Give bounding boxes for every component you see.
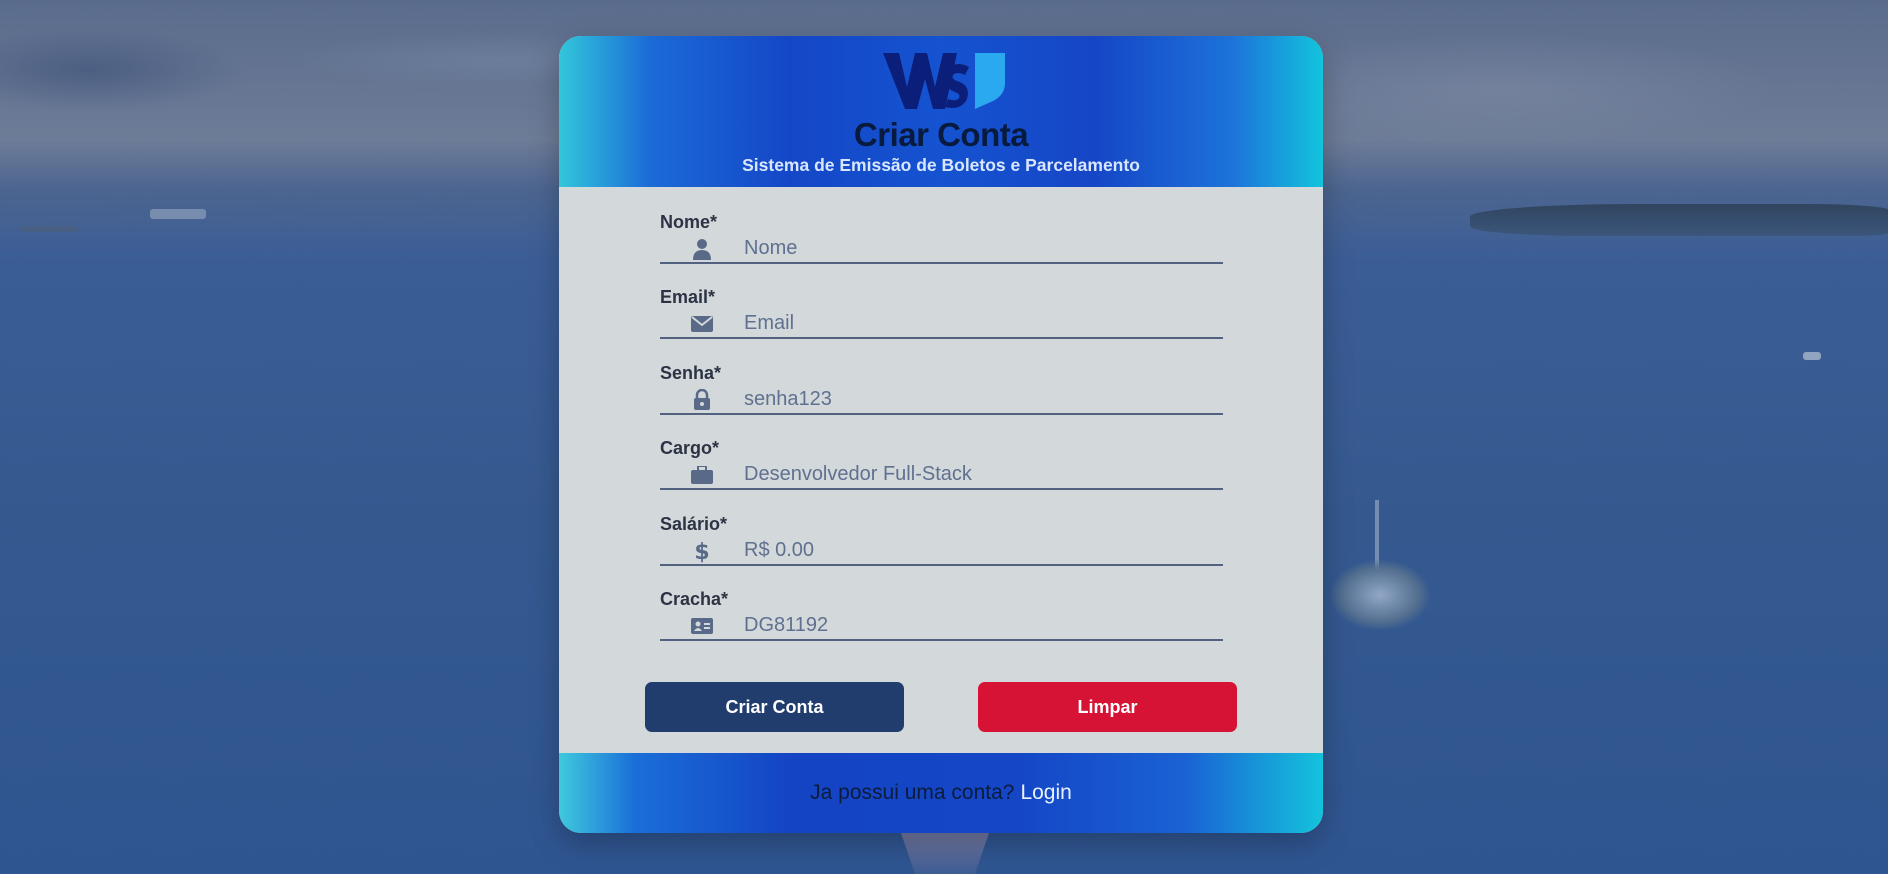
badge-field-group: Cracha*: [660, 589, 1223, 651]
badge-input[interactable]: [660, 611, 1223, 641]
clear-button[interactable]: Limpar: [978, 682, 1237, 732]
background-ship: [1803, 352, 1821, 360]
ws-logo-icon: [883, 53, 1005, 109]
card-header: Criar Conta Sistema de Emissão de Boleto…: [559, 36, 1323, 187]
background-island: [1470, 204, 1888, 236]
background-ship: [150, 209, 206, 219]
page-subtitle: Sistema de Emissão de Boletos e Parcelam…: [742, 155, 1140, 175]
job-label: Cargo*: [660, 438, 720, 458]
user-icon: [688, 236, 716, 262]
svg-text:$: $: [694, 540, 709, 563]
salary-field-group: Salário* $: [660, 514, 1223, 576]
name-input[interactable]: [660, 234, 1223, 264]
password-label: Senha*: [660, 363, 722, 383]
name-field-group: Nome*: [660, 212, 1223, 274]
card-footer: Ja possui uma conta? Login: [559, 753, 1323, 833]
briefcase-icon: [688, 462, 716, 488]
password-input[interactable]: [660, 385, 1223, 415]
salary-label: Salário*: [660, 514, 728, 534]
create-account-button[interactable]: Criar Conta: [645, 682, 904, 732]
envelope-icon: [688, 311, 716, 337]
badge-label: Cracha*: [660, 589, 729, 609]
background-boat: [1330, 560, 1430, 630]
name-label: Nome*: [660, 212, 718, 232]
background-wake: [900, 830, 990, 874]
signup-card: Criar Conta Sistema de Emissão de Boleto…: [559, 36, 1323, 833]
lock-icon: [688, 387, 716, 413]
id-card-icon: [688, 613, 716, 639]
email-input[interactable]: [660, 309, 1223, 339]
page-title: Criar Conta: [853, 116, 1029, 153]
email-label: Email*: [660, 287, 716, 307]
login-link[interactable]: Login: [1020, 781, 1071, 805]
job-field-group: Cargo*: [660, 438, 1223, 500]
email-field-group: Email*: [660, 287, 1223, 349]
password-field-group: Senha*: [660, 363, 1223, 425]
job-input[interactable]: [660, 460, 1223, 490]
background-ship: [20, 226, 78, 232]
login-prompt: Ja possui uma conta?: [810, 781, 1015, 804]
salary-input[interactable]: [660, 536, 1223, 566]
dollar-icon: $: [688, 538, 716, 564]
